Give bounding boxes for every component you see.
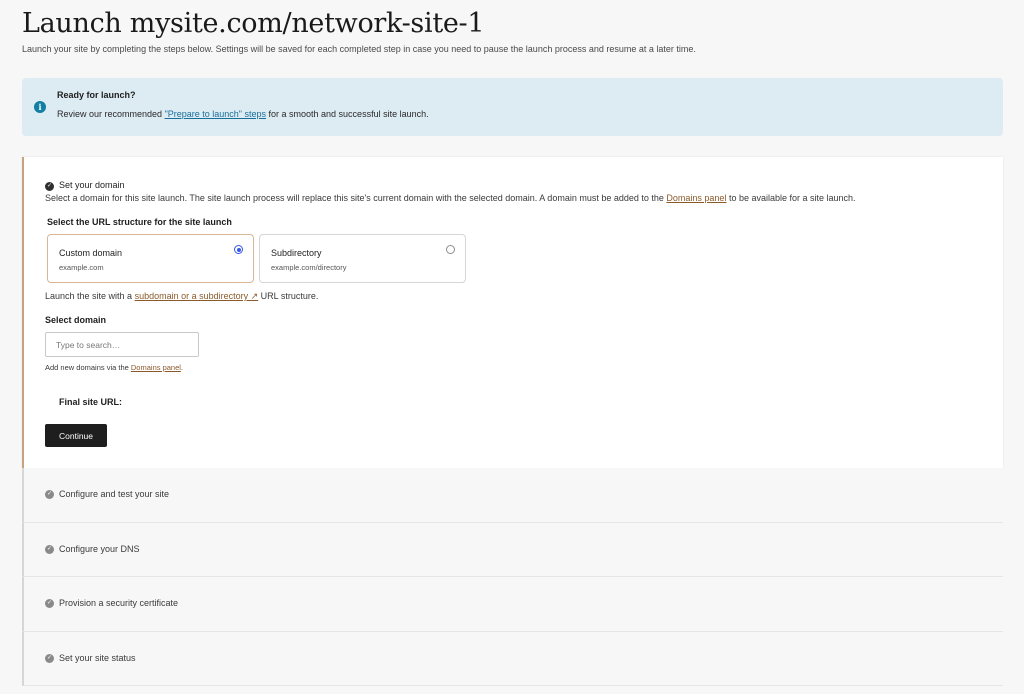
final-site-url-label: Final site URL: xyxy=(59,397,123,407)
domains-help-text-end: . xyxy=(180,363,184,372)
check-circle-icon: ✓ xyxy=(45,653,54,663)
info-icon: i xyxy=(34,101,46,113)
option-title: Subdirectory xyxy=(271,248,322,258)
domains-help: Add new domains via the Domains panel. xyxy=(45,363,183,372)
page-title: Launch mysite.com/network-site-1 xyxy=(22,8,485,39)
step-description: Select a domain for this site launch. Th… xyxy=(45,193,856,203)
step-set-your-domain: ✓ Set your domain Select a domain for th… xyxy=(22,157,1003,468)
step-title: Set your domain xyxy=(59,180,125,190)
structure-help-text: Launch the site with a xyxy=(45,291,135,301)
step-configure-and-test[interactable]: ✓ Configure and test your site xyxy=(22,468,1003,523)
check-circle-icon: ✓ xyxy=(45,490,54,499)
step-title: Set your site status xyxy=(59,652,136,663)
check-circle-icon: ✓ xyxy=(45,544,54,554)
domains-panel-link[interactable]: Domains panel xyxy=(666,193,726,203)
select-domain-label: Select domain xyxy=(45,315,107,325)
description-text-end: to be available for a site launch. xyxy=(726,193,856,203)
domains-panel-link-small[interactable]: Domains panel xyxy=(131,363,181,372)
notice-title: Ready for launch? xyxy=(57,90,136,100)
continue-button[interactable]: Continue xyxy=(45,424,107,447)
step-title: Configure your DNS xyxy=(59,543,140,554)
option-subdirectory[interactable]: Subdirectory example.com/directory xyxy=(259,234,466,283)
url-structure-label: Select the URL structure for the site la… xyxy=(47,217,232,227)
structure-help: Launch the site with a subdomain or a su… xyxy=(45,291,318,302)
option-title: Custom domain xyxy=(59,248,123,258)
page-subtitle: Launch your site by completing the steps… xyxy=(22,44,696,54)
check-circle-icon: ✓ xyxy=(45,599,54,608)
description-text: Select a domain for this site launch. Th… xyxy=(45,193,667,203)
subdomain-subdirectory-link[interactable]: subdomain or a subdirectory ↗ xyxy=(135,291,259,301)
domain-search-input[interactable] xyxy=(45,332,199,357)
option-subtitle: example.com/directory xyxy=(271,263,347,272)
step-title: Configure and test your site xyxy=(59,489,170,499)
ready-for-launch-notice: i Ready for launch? Review our recommend… xyxy=(22,78,1003,136)
check-circle-icon: ✓ xyxy=(45,182,54,191)
step-site-status[interactable]: ✓ Set your site status xyxy=(22,631,1003,686)
launch-steps: ✓ Set your domain Select a domain for th… xyxy=(22,157,1003,686)
step-configure-dns[interactable]: ✓ Configure your DNS xyxy=(22,522,1003,577)
notice-text-after: for a smooth and successful site launch. xyxy=(266,109,429,119)
prepare-to-launch-link[interactable]: "Prepare to launch" steps xyxy=(165,109,266,119)
option-custom-domain[interactable]: Custom domain example.com xyxy=(47,234,254,283)
step-title: Provision a security certificate xyxy=(59,598,179,608)
option-subtitle: example.com xyxy=(59,263,104,272)
notice-text: Review our recommended "Prepare to launc… xyxy=(57,109,429,119)
radio-subdirectory[interactable] xyxy=(446,245,455,254)
notice-text-before: Review our recommended xyxy=(57,109,165,119)
structure-help-text-end: URL structure. xyxy=(258,291,319,301)
domains-help-text: Add new domains via the xyxy=(45,363,131,372)
radio-custom-domain[interactable] xyxy=(234,245,243,254)
step-security-certificate[interactable]: ✓ Provision a security certificate xyxy=(22,577,1003,632)
